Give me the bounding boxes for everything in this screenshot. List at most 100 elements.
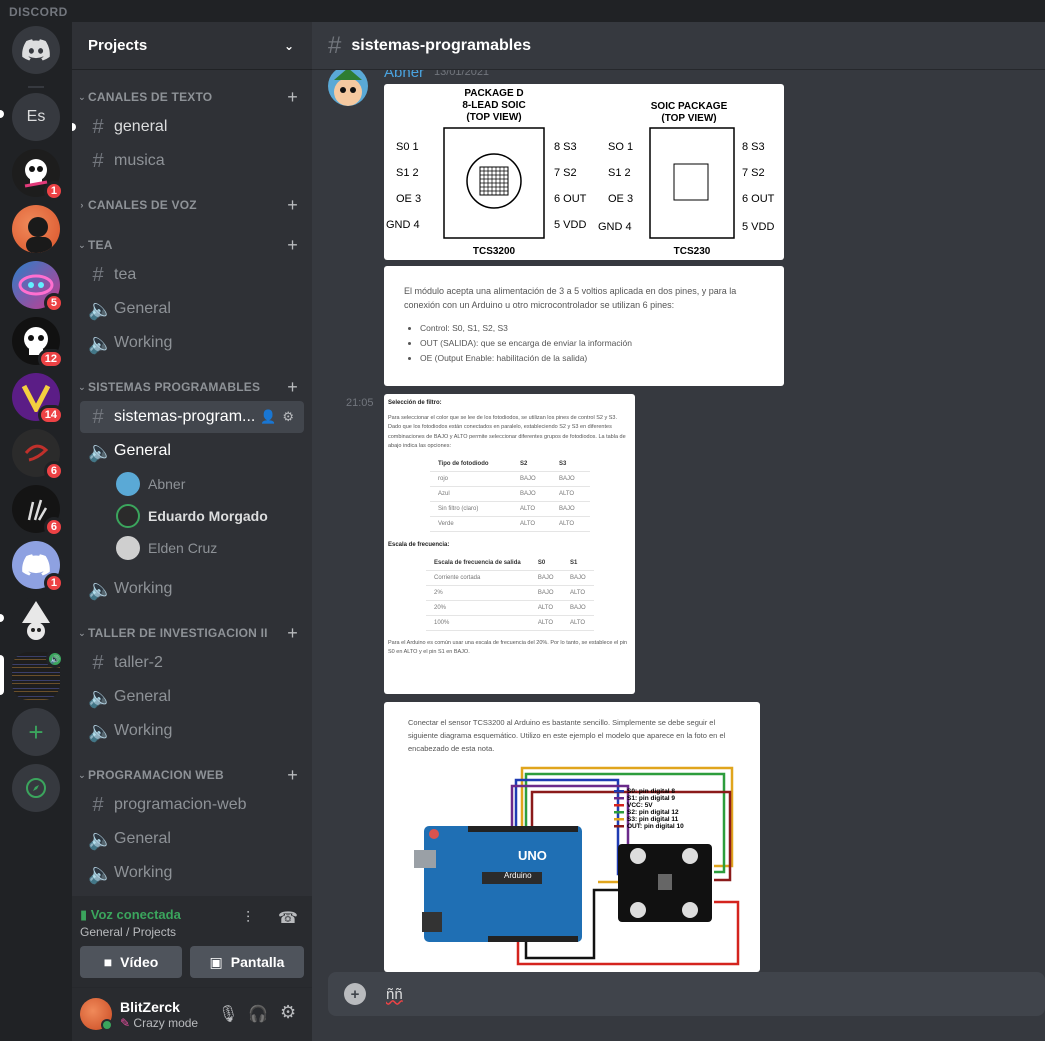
- message-input[interactable]: ññ: [386, 986, 403, 1003]
- server-name: Projects: [88, 37, 148, 54]
- hash-icon: #: [92, 793, 104, 816]
- voice-location[interactable]: General / Projects: [80, 925, 176, 939]
- add-server-button[interactable]: +: [12, 708, 60, 756]
- voice-channel-web-working[interactable]: 🔈 Working: [80, 857, 304, 889]
- discord-home-icon[interactable]: [12, 26, 60, 74]
- svg-text:8 S3: 8 S3: [742, 141, 765, 153]
- hash-icon: #: [92, 405, 104, 428]
- server-ghost[interactable]: 12: [12, 317, 64, 369]
- svg-text:S1 2: S1 2: [396, 167, 419, 179]
- pinout-diagram: PACKAGE D 8-LEAD SOIC (TOP VIEW) S0 1 S1…: [386, 88, 775, 257]
- channel-taller-2[interactable]: # taller-2: [80, 647, 304, 679]
- pin-icon: ✎: [120, 1016, 131, 1030]
- compass-icon: [26, 778, 46, 798]
- voice-user-eduardo[interactable]: Eduardo Morgado: [116, 501, 268, 531]
- online-status-icon: [101, 1019, 113, 1031]
- channel-tea[interactable]: # tea: [80, 259, 304, 291]
- voice-channel-tea-working[interactable]: 🔈 Working: [80, 327, 304, 359]
- voice-channel-sp-general[interactable]: 🔈 General: [80, 435, 304, 467]
- discord-logo-icon: [22, 39, 50, 61]
- video-button[interactable]: ■ Vídeo: [80, 946, 182, 978]
- channel-programacion-web[interactable]: # programacion-web: [80, 789, 304, 821]
- category-taller[interactable]: ⌄ TALLER DE INVESTIGACION II +: [76, 623, 308, 643]
- voice-channel-tea-general[interactable]: 🔈 General: [80, 293, 304, 325]
- svg-text:OUT: pin digital 10: OUT: pin digital 10: [627, 823, 684, 830]
- headphones-icon[interactable]: 🎧: [248, 1004, 268, 1024]
- channel-general[interactable]: # general: [80, 111, 304, 143]
- server-v[interactable]: 14: [12, 373, 64, 425]
- settings-gear-icon[interactable]: ⚙: [280, 1002, 296, 1023]
- avatar: [116, 504, 140, 528]
- avatar[interactable]: [328, 66, 368, 106]
- wizard-icon: [22, 601, 50, 640]
- disconnect-icon[interactable]: ☎: [278, 908, 298, 928]
- server-red[interactable]: 6: [12, 429, 64, 481]
- add-channel-icon: +: [287, 234, 298, 255]
- section-heading: Escala de frecuencia:: [388, 542, 450, 549]
- svg-text:8 S3: 8 S3: [554, 141, 577, 153]
- pinout-image[interactable]: PACKAGE D 8-LEAD SOIC (TOP VIEW) S0 1 S1…: [384, 84, 784, 260]
- add-channel-icon: +: [287, 194, 298, 215]
- hash-icon: #: [92, 263, 104, 286]
- message-timestamp: 21:05: [346, 397, 374, 409]
- mention-badge: 5: [43, 293, 64, 313]
- mention-badge: 12: [37, 349, 64, 369]
- channel-sidebar: Projects ⌄ ⌄ CANALES DE TEXTO + # general #…: [72, 22, 312, 1041]
- photodiode-table: Tipo de fotodiodo S2 S3 rojo BAJO BAJO Azul B…: [430, 457, 590, 533]
- mention-badge: 1: [43, 573, 64, 593]
- svg-text:8-LEAD SOIC: 8-LEAD SOIC: [462, 100, 525, 111]
- noise-suppression-icon[interactable]: ⫶: [246, 910, 250, 928]
- voice-user-abner[interactable]: Abner: [116, 469, 185, 499]
- voice-channel-web-general[interactable]: 🔈 General: [80, 823, 304, 855]
- module-text-image[interactable]: El módulo acepta una alimentación de 3 a…: [384, 266, 784, 386]
- microphone-icon[interactable]: 🎙: [218, 1004, 238, 1024]
- voice-channel-taller-working[interactable]: 🔈 Working: [80, 715, 304, 747]
- server-header[interactable]: Projects ⌄: [72, 22, 312, 70]
- svg-text:OE 3: OE 3: [608, 193, 633, 205]
- category-text[interactable]: ⌄ CANALES DE TEXTO +: [76, 87, 308, 107]
- mention-badge: 6: [43, 517, 64, 537]
- speaker-icon: 🔈: [88, 720, 113, 743]
- frequency-table: Escala de frecuencia de salida S0 S1 Corri…: [426, 556, 594, 632]
- screen-share-button[interactable]: ▣ Pantalla: [190, 946, 304, 978]
- list-item: OE (Output Enable: habilitación de la sa…: [420, 351, 764, 366]
- server-portrait[interactable]: [12, 205, 60, 253]
- server-code[interactable]: 🔊: [12, 650, 64, 700]
- voice-channel-taller-general[interactable]: 🔈 General: [80, 681, 304, 713]
- category-sistemas[interactable]: ⌄ SISTEMAS PROGRAMABLES +: [76, 377, 308, 397]
- server-hand[interactable]: 6: [12, 485, 64, 537]
- channel-musica[interactable]: # musica: [80, 145, 304, 177]
- explore-servers-button[interactable]: [12, 764, 60, 812]
- server-discord-blue[interactable]: 1: [12, 541, 64, 593]
- category-voice[interactable]: › CANALES DE VOZ +: [76, 195, 308, 215]
- paragraph: Para el Arduino es común usar una escala…: [388, 640, 628, 656]
- add-channel-icon: +: [287, 622, 298, 643]
- filter-table-image[interactable]: Selección de filtro: Para seleccionar el…: [384, 394, 635, 694]
- add-channel-icon: +: [287, 86, 298, 107]
- voice-user-elden[interactable]: Elden Cruz: [116, 533, 217, 563]
- server-wizard[interactable]: [12, 597, 60, 645]
- svg-text:S1 2: S1 2: [608, 167, 631, 179]
- plus-icon: +: [12, 708, 60, 756]
- custom-status: ✎ Crazy mode: [120, 1016, 199, 1030]
- unread-pill: [0, 110, 4, 118]
- unread-dot: [72, 123, 76, 131]
- speaker-icon: 🔈: [88, 298, 113, 321]
- category-web[interactable]: ⌄ PROGRAMACION WEB +: [76, 765, 308, 785]
- server-neon[interactable]: 5: [12, 261, 64, 313]
- server-es[interactable]: Es: [12, 93, 60, 141]
- voice-channel-sp-working[interactable]: 🔈 Working: [80, 573, 304, 605]
- category-tea[interactable]: ⌄ TEA +: [76, 235, 308, 255]
- svg-text:TCS3200: TCS3200: [473, 246, 516, 257]
- wiring-diagram: UNO Arduino S0: pin digital 8 S1: pin di…: [414, 766, 740, 966]
- board-label: UNO: [518, 848, 547, 863]
- channel-sistemas-programables[interactable]: # sistemas-program... 👤 ⚙: [80, 401, 304, 433]
- attach-plus-icon[interactable]: +: [344, 983, 366, 1005]
- speaker-icon: 🔈: [88, 828, 113, 851]
- message-composer[interactable]: + ññ: [328, 972, 1045, 1016]
- paragraph: Para seleccionar el color que se lee de …: [388, 415, 626, 450]
- server-skull[interactable]: 1: [12, 149, 64, 201]
- wiring-diagram-image[interactable]: Conectar el sensor TCS3200 al Arduino es…: [384, 702, 760, 972]
- mention-badge: 6: [43, 461, 64, 481]
- server-list: Es 1 5 12 14 6 6 1 🔊 +: [0, 22, 72, 1041]
